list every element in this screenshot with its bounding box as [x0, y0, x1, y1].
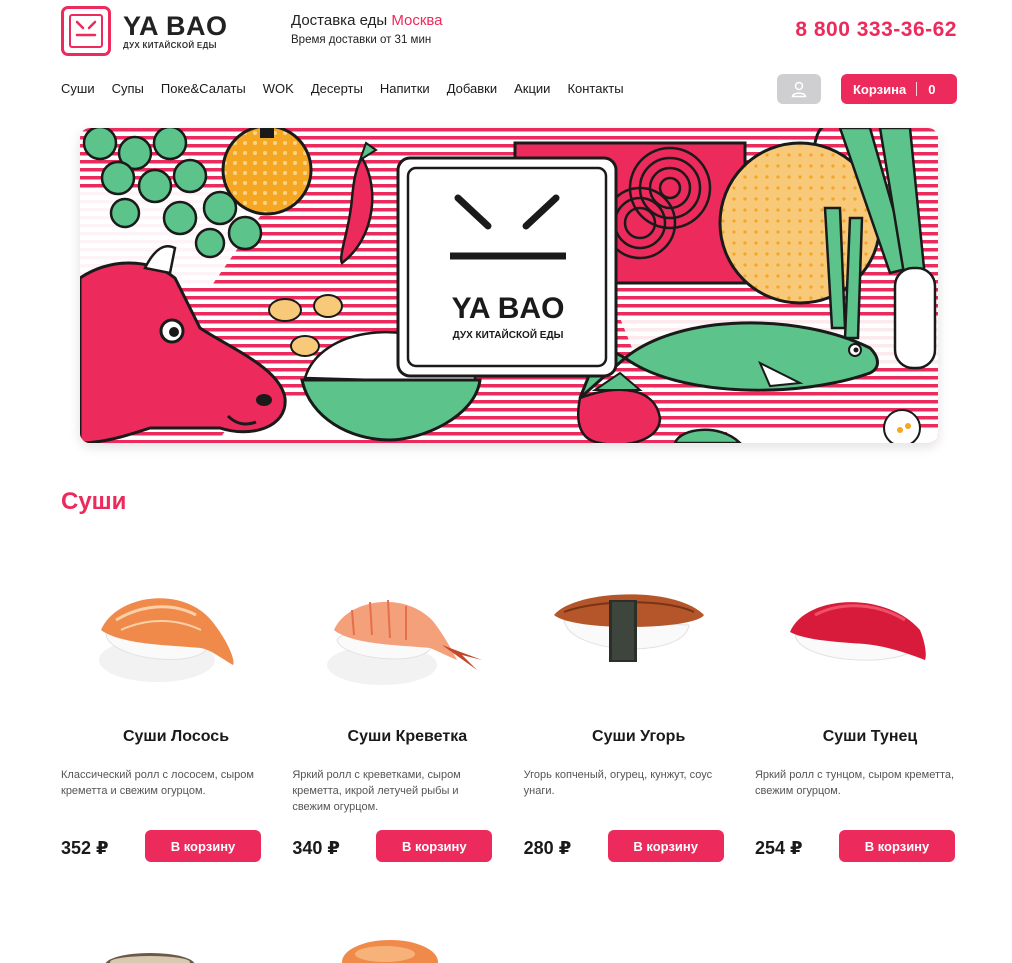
product-card: Суши Тунец Яркий ролл с тунцом, сыром кр… — [755, 560, 957, 870]
product-image-partial[interactable] — [100, 930, 200, 963]
logo-name: YA BAO — [123, 11, 228, 41]
nav-item-contacts[interactable]: Контакты — [567, 81, 623, 96]
product-price: 340 ₽ — [292, 838, 340, 858]
banner-brand-name: YA BAO — [452, 292, 565, 325]
account-button[interactable] — [777, 74, 821, 104]
product-image-partial[interactable] — [335, 930, 445, 963]
product-image[interactable] — [61, 560, 263, 700]
add-to-cart-button[interactable]: В корзину — [838, 830, 955, 862]
add-to-cart-button[interactable]: В корзину — [376, 830, 493, 862]
nav-item-poke-salads[interactable]: Поке&Салаты — [161, 81, 246, 96]
product-price: 280 ₽ — [523, 838, 572, 858]
product-grid: Суши Лосось Классический ролл с лососем,… — [61, 560, 957, 870]
banner-illustration: YA BAO ДУХ КИТАЙСКОЙ ЕДЫ — [80, 128, 938, 443]
nav-item-sushi[interactable]: Суши — [61, 81, 95, 96]
logo-tagline: ДУХ КИТАЙСКОЙ ЕДЫ — [123, 41, 217, 50]
product-card: Суши Лосось Классический ролл с лососем,… — [61, 560, 263, 870]
site-header: YA BAO ДУХ КИТАЙСКОЙ ЕДЫ Доставка еды Мо… — [0, 0, 1012, 118]
nav-item-wok[interactable]: WOK — [263, 81, 294, 96]
delivery-label: Доставка еды — [291, 12, 388, 29]
product-description: Классический ролл с лососем, сыром креме… — [61, 769, 254, 797]
phone-number[interactable]: 8 800 333-36-62 — [795, 18, 957, 42]
product-description: Яркий ролл с тунцом, сыром креметта, све… — [754, 769, 955, 797]
nav-item-drinks[interactable]: Напитки — [380, 81, 430, 96]
product-description: Яркий ролл с креветками, сыром креметта,… — [292, 769, 461, 813]
user-icon — [791, 81, 807, 98]
delivery-time: Время доставки от 31 мин — [291, 34, 432, 46]
section-title: Суши — [61, 488, 127, 515]
cart-label: Корзина — [853, 81, 907, 97]
product-title[interactable]: Суши Тунец — [755, 728, 985, 746]
add-to-cart-button[interactable]: В корзину — [607, 830, 724, 862]
cart-divider — [916, 82, 918, 96]
product-card: Суши Угорь Угорь копченый, огурец, кунжу… — [524, 560, 726, 870]
logo-mark — [61, 6, 111, 56]
product-title[interactable]: Суши Угорь — [524, 728, 754, 746]
add-to-cart-button[interactable]: В корзину — [145, 830, 261, 862]
product-image[interactable] — [292, 560, 494, 700]
nav-item-promotions[interactable]: Акции — [514, 81, 550, 96]
banner-brand-tagline: ДУХ КИТАЙСКОЙ ЕДЫ — [453, 328, 564, 341]
product-image[interactable] — [755, 560, 957, 700]
promo-banner[interactable]: YA BAO ДУХ КИТАЙСКОЙ ЕДЫ — [80, 128, 938, 443]
delivery-info: Доставка еды Москва Время доставки от 31… — [291, 12, 443, 46]
product-title[interactable]: Суши Креветка — [292, 728, 522, 746]
product-image[interactable] — [524, 560, 726, 700]
nav-item-soups[interactable]: Супы — [112, 81, 144, 96]
nav-item-desserts[interactable]: Десерты — [311, 81, 363, 96]
product-card: Суши Креветка Яркий ролл с креветками, с… — [292, 560, 494, 870]
main-nav: Суши Супы Поке&Салаты WOK Десерты Напитк… — [61, 81, 641, 96]
city-selector[interactable]: Москва — [391, 12, 442, 29]
nav-item-extras[interactable]: Добавки — [447, 81, 497, 96]
product-title[interactable]: Суши Лосось — [61, 728, 291, 746]
logo[interactable]: YA BAO ДУХ КИТАЙСКОЙ ЕДЫ — [61, 6, 228, 56]
product-price: 352 ₽ — [61, 838, 109, 858]
product-description: Угорь копченый, огурец, кунжут, соус уна… — [523, 769, 713, 797]
cart-count: 0 — [928, 81, 936, 97]
product-price: 254 ₽ — [754, 838, 803, 858]
cart-button[interactable]: Корзина 0 — [841, 74, 957, 104]
